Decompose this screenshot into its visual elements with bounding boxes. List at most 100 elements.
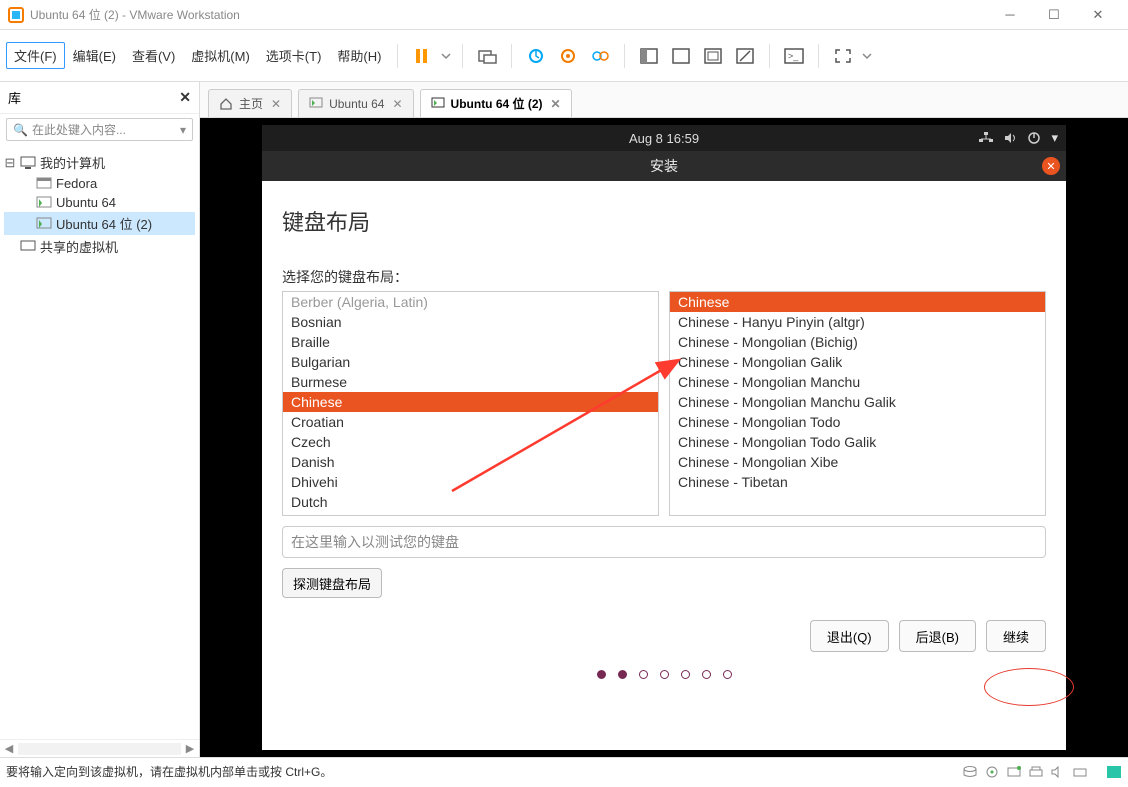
list-item[interactable]: Dhivehi	[283, 472, 658, 492]
detect-layout-button[interactable]: 探测键盘布局	[282, 568, 382, 598]
list-item[interactable]: Danish	[283, 452, 658, 472]
tab-home[interactable]: 主页 ✕	[208, 89, 292, 117]
minimize-button[interactable]: ─	[988, 0, 1032, 30]
status-text: 要将输入定向到该虚拟机，请在虚拟机内部单击或按 Ctrl+G。	[6, 763, 962, 780]
menu-file[interactable]: 文件(F)	[6, 42, 65, 69]
close-button[interactable]: ✕	[1076, 0, 1120, 30]
network-adapter-icon[interactable]	[1006, 765, 1022, 779]
list-item[interactable]: Chinese - Tibetan	[670, 472, 1045, 492]
sidebar-hscroll[interactable]: ◀▶	[0, 739, 199, 757]
snapshot-manage-icon[interactable]	[586, 42, 614, 70]
computer-icon	[20, 156, 36, 170]
list-item[interactable]: Chinese - Mongolian Xibe	[670, 452, 1045, 472]
search-placeholder: 在此处键入内容...	[32, 121, 126, 138]
list-item[interactable]: Bosnian	[283, 312, 658, 332]
list-item[interactable]: Chinese - Mongolian (Bichig)	[670, 332, 1045, 352]
list-item[interactable]: Chinese - Mongolian Todo Galik	[670, 432, 1045, 452]
list-item[interactable]: Chinese - Mongolian Todo	[670, 412, 1045, 432]
gnome-status-icons[interactable]: ▾	[979, 130, 1058, 146]
fullscreen-icon[interactable]	[829, 42, 857, 70]
usb-icon[interactable]	[1072, 765, 1088, 779]
maximize-button[interactable]: ☐	[1032, 0, 1076, 30]
installer-close-button[interactable]: ✕	[1042, 157, 1060, 175]
tab-close-icon[interactable]: ✕	[392, 97, 402, 111]
clock: Aug 8 16:59	[629, 131, 699, 146]
snapshot-icon[interactable]	[522, 42, 550, 70]
status-bar: 要将输入定向到该虚拟机，请在虚拟机内部单击或按 Ctrl+G。	[0, 757, 1128, 785]
vm-running-icon	[36, 217, 52, 231]
keyboard-layout-list[interactable]: Berber (Algeria, Latin)BosnianBrailleBul…	[282, 291, 659, 516]
choose-label: 选择您的键盘布局：	[282, 267, 1046, 287]
list-item[interactable]: Chinese - Mongolian Galik	[670, 352, 1045, 372]
tree-shared[interactable]: 共享的虚拟机	[4, 235, 195, 258]
tab-close-icon[interactable]: ✕	[551, 97, 561, 111]
tab-ubuntu64[interactable]: Ubuntu 64 ✕	[298, 89, 413, 117]
menu-tabs[interactable]: 选项卡(T)	[258, 42, 330, 69]
window-title: Ubuntu 64 位 (2) - VMware Workstation	[30, 6, 988, 23]
search-input[interactable]: 🔍 在此处键入内容... ▾	[6, 118, 193, 141]
pause-button[interactable]	[408, 42, 436, 70]
tab-close-icon[interactable]: ✕	[271, 97, 281, 111]
chevron-down-icon: ▾	[1051, 130, 1058, 146]
tree-mycomputer[interactable]: ⊟ 我的计算机	[4, 151, 195, 174]
power-dropdown[interactable]	[440, 42, 452, 70]
menu-edit[interactable]: 编辑(E)	[65, 42, 124, 69]
view-sidebar-icon[interactable]	[635, 42, 663, 70]
continue-button[interactable]: 继续	[986, 620, 1046, 652]
menubar: 文件(F) 编辑(E) 查看(V) 虚拟机(M) 选项卡(T) 帮助(H) >_	[0, 30, 1128, 82]
vm-running-icon	[36, 196, 52, 210]
library-title: 库	[8, 88, 179, 107]
installer-heading: 键盘布局	[282, 205, 1046, 237]
home-icon	[219, 97, 233, 111]
disk-icon[interactable]	[962, 765, 978, 779]
list-item[interactable]: Berber (Algeria, Latin)	[283, 292, 658, 312]
terminal-icon[interactable]: >_	[780, 42, 808, 70]
sound-icon[interactable]	[1050, 765, 1066, 779]
volume-icon	[1003, 131, 1017, 145]
list-item[interactable]: Croatian	[283, 412, 658, 432]
list-item[interactable]: Chinese	[670, 292, 1045, 312]
list-item[interactable]: Chinese - Mongolian Manchu Galik	[670, 392, 1045, 412]
list-item[interactable]: Burmese	[283, 372, 658, 392]
list-item[interactable]: Braille	[283, 332, 658, 352]
window-titlebar: Ubuntu 64 位 (2) - VMware Workstation ─ ☐…	[0, 0, 1128, 30]
tree-item-fedora[interactable]: Fedora	[4, 174, 195, 193]
list-item[interactable]: Bulgarian	[283, 352, 658, 372]
vm-running-icon	[431, 97, 445, 111]
quit-button[interactable]: 退出(Q)	[810, 620, 889, 652]
list-item[interactable]: Chinese - Hanyu Pinyin (altgr)	[670, 312, 1045, 332]
library-search: 🔍 在此处键入内容... ▾	[0, 114, 199, 145]
search-icon: 🔍	[13, 123, 28, 137]
vm-console[interactable]: Aug 8 16:59 ▾ 安装 ✕ 键盘布局 选择您的键盘布局：	[200, 118, 1128, 757]
list-item[interactable]: Chinese	[283, 392, 658, 412]
svg-text:>_: >_	[788, 51, 799, 61]
fullscreen-dropdown[interactable]	[861, 42, 873, 70]
list-item[interactable]: Dutch	[283, 492, 658, 512]
status-device-icons	[962, 765, 1122, 779]
keyboard-variant-list[interactable]: ChineseChinese - Hanyu Pinyin (altgr)Chi…	[669, 291, 1046, 516]
list-item[interactable]: Chinese - Mongolian Manchu	[670, 372, 1045, 392]
guest-os-screen: Aug 8 16:59 ▾ 安装 ✕ 键盘布局 选择您的键盘布局：	[262, 125, 1066, 750]
list-item[interactable]: Czech	[283, 432, 658, 452]
library-tree: ⊟ 我的计算机 Fedora Ubuntu 64 Ubuntu 64 位 (2)…	[0, 145, 199, 739]
shared-icon	[20, 240, 36, 254]
tree-item-ubuntu64-2[interactable]: Ubuntu 64 位 (2)	[4, 212, 195, 235]
menu-help[interactable]: 帮助(H)	[329, 42, 389, 69]
snapshot-take-icon[interactable]	[554, 42, 582, 70]
tree-item-ubuntu64[interactable]: Ubuntu 64	[4, 193, 195, 212]
menu-vm[interactable]: 虚拟机(M)	[183, 42, 258, 69]
vm-icon	[36, 177, 52, 191]
keyboard-test-input[interactable]: 在这里输入以测试您的键盘	[282, 526, 1046, 558]
view-unity-icon[interactable]	[731, 42, 759, 70]
send-ctrlaltdel-icon[interactable]	[473, 42, 501, 70]
view-console-icon[interactable]	[667, 42, 695, 70]
library-close-icon[interactable]: ✕	[179, 89, 191, 106]
back-button[interactable]: 后退(B)	[899, 620, 976, 652]
view-thumbnail-icon[interactable]	[699, 42, 727, 70]
tab-ubuntu64-2[interactable]: Ubuntu 64 位 (2) ✕	[420, 89, 572, 117]
printer-icon[interactable]	[1028, 765, 1044, 779]
cd-icon[interactable]	[984, 765, 1000, 779]
message-icon[interactable]	[1106, 765, 1122, 779]
menu-view[interactable]: 查看(V)	[124, 42, 183, 69]
search-dropdown-icon[interactable]: ▾	[180, 123, 186, 137]
